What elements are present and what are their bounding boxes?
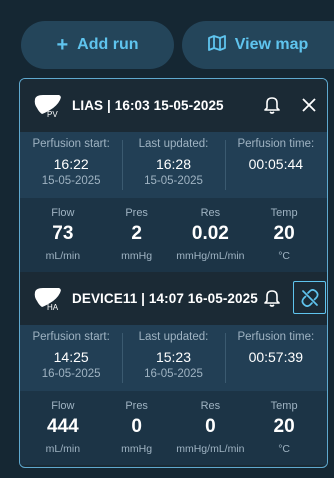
metric-unit: °C: [278, 443, 291, 455]
metric-unit: °C: [278, 250, 291, 262]
run-card-device11[interactable]: HA DEVICE11 | 14:07 16-05-2025 Perfusion…: [20, 272, 327, 465]
organ-tag: HA: [47, 303, 59, 312]
metric-label: Pres: [125, 207, 148, 219]
perfusion-time-label: Perfusion time:: [237, 331, 315, 343]
run-times: Perfusion start: 16:22 15-05-2025 Last u…: [20, 132, 327, 198]
perfusion-time-value: 00:05:44: [248, 156, 304, 172]
plus-icon: +: [56, 34, 69, 56]
runs-panel: PV LIAS | 16:03 15-05-2025 Perfusion sta…: [19, 78, 328, 468]
metric-label: Res: [200, 400, 221, 412]
add-run-label: Add run: [77, 36, 139, 53]
run-card-lias[interactable]: PV LIAS | 16:03 15-05-2025 Perfusion sta…: [20, 79, 327, 272]
metric-value: 20: [273, 416, 295, 437]
perfusion-start-time: 14:25: [53, 349, 89, 365]
run-title: LIAS | 16:03 15-05-2025: [72, 98, 224, 113]
perfusion-time-value: 00:57:39: [248, 349, 304, 365]
metric-temperature: Temp 20 °C: [247, 391, 321, 465]
perfusion-start-label: Perfusion start:: [32, 138, 110, 150]
bell-icon[interactable]: [260, 93, 284, 117]
liver-organ-icon: PV: [33, 92, 63, 120]
metric-unit: mmHg/mL/min: [176, 443, 245, 455]
metric-label: Pres: [125, 400, 148, 412]
last-updated-label: Last updated:: [138, 138, 209, 150]
metric-unit: mmHg: [121, 443, 153, 455]
metric-value: 0: [131, 416, 142, 437]
perfusion-start: Perfusion start: 14:25 16-05-2025: [20, 325, 122, 391]
metric-unit: mL/min: [45, 250, 81, 262]
perfusion-time: Perfusion time: 00:57:39: [224, 325, 327, 391]
run-metrics: Flow 444 mL/min Pres 0 mmHg Res 0 mmHg/m…: [20, 391, 327, 465]
close-icon[interactable]: [297, 93, 321, 117]
metric-pressure: Pres 2 mmHg: [100, 198, 174, 272]
view-map-button[interactable]: View map: [182, 21, 334, 69]
metric-unit: mL/min: [45, 443, 81, 455]
metric-temperature: Temp 20 °C: [247, 198, 321, 272]
run-title: DEVICE11 | 14:07 16-05-2025: [72, 291, 258, 306]
metric-label: Flow: [51, 400, 75, 412]
view-map-label: View map: [234, 36, 309, 53]
metric-value: 444: [47, 416, 79, 437]
metric-value: 73: [52, 223, 74, 244]
metric-label: Res: [200, 207, 221, 219]
last-updated-label: Last updated:: [138, 331, 209, 343]
last-updated: Last updated: 15:23 16-05-2025: [122, 325, 224, 391]
metric-label: Temp: [270, 400, 298, 412]
toolbar: + Add run View map: [0, 0, 334, 78]
metric-value: 20: [273, 223, 295, 244]
metric-value: 0.02: [191, 223, 229, 244]
run-card-header: PV LIAS | 16:03 15-05-2025: [20, 79, 327, 132]
perfusion-start-date: 15-05-2025: [41, 175, 101, 187]
metric-resistance: Res 0.02 mmHg/mL/min: [174, 198, 248, 272]
liver-organ-icon: HA: [33, 285, 63, 313]
run-times: Perfusion start: 14:25 16-05-2025 Last u…: [20, 325, 327, 391]
metric-flow: Flow 73 mL/min: [26, 198, 100, 272]
last-updated: Last updated: 16:28 15-05-2025: [122, 132, 224, 198]
metric-value: 0: [205, 416, 216, 437]
map-icon: [207, 34, 226, 56]
perfusion-start-label: Perfusion start:: [32, 331, 110, 343]
metric-value: 2: [131, 223, 142, 244]
unlink-icon[interactable]: [293, 281, 326, 314]
metric-label: Temp: [270, 207, 298, 219]
bell-icon[interactable]: [260, 286, 284, 310]
metric-label: Flow: [51, 207, 75, 219]
metric-resistance: Res 0 mmHg/mL/min: [174, 391, 248, 465]
perfusion-time: Perfusion time: 00:05:44: [224, 132, 327, 198]
metric-unit: mmHg: [121, 250, 153, 262]
perfusion-start-date: 16-05-2025: [41, 368, 101, 380]
perfusion-start: Perfusion start: 16:22 15-05-2025: [20, 132, 122, 198]
run-card-header: HA DEVICE11 | 14:07 16-05-2025: [20, 272, 327, 325]
add-run-button[interactable]: + Add run: [21, 21, 174, 69]
last-updated-time: 16:28: [155, 156, 192, 172]
organ-tag: PV: [47, 110, 58, 119]
metric-flow: Flow 444 mL/min: [26, 391, 100, 465]
metric-unit: mmHg/mL/min: [176, 250, 245, 262]
last-updated-time: 15:23: [155, 349, 192, 365]
last-updated-date: 15-05-2025: [144, 175, 203, 187]
last-updated-date: 16-05-2025: [144, 368, 203, 380]
perfusion-time-label: Perfusion time:: [237, 138, 315, 150]
perfusion-start-time: 16:22: [53, 156, 89, 172]
metric-pressure: Pres 0 mmHg: [100, 391, 174, 465]
run-metrics: Flow 73 mL/min Pres 2 mmHg Res 0.02 mmHg…: [20, 198, 327, 272]
